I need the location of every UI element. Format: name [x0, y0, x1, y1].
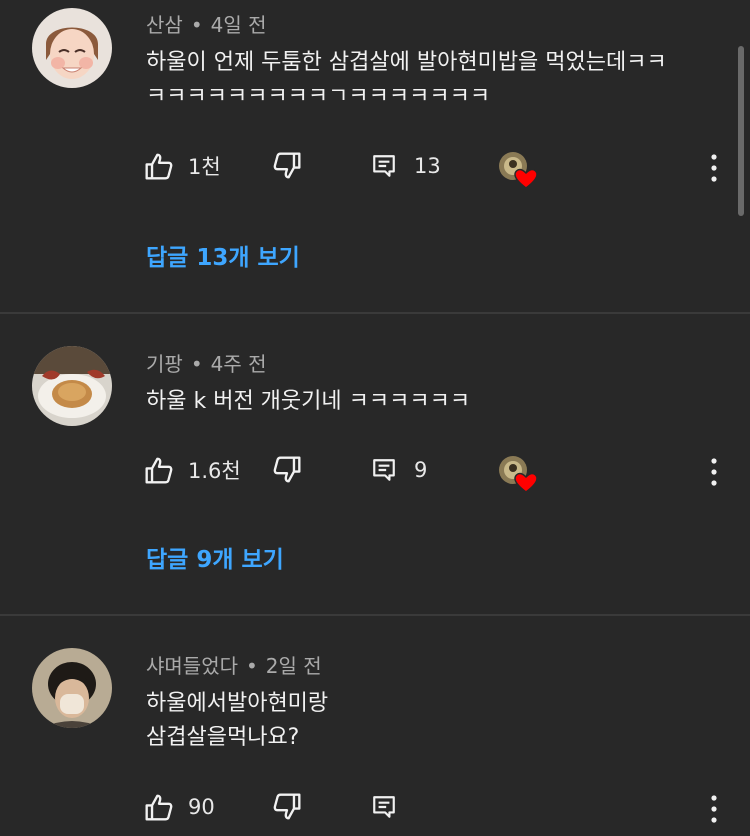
comment-thread: 샤며들었다 • 2일 전 하울에서발아현미랑 삼겹살을먹나요? 90 [0, 616, 750, 836]
thumbs-up-icon [144, 151, 174, 181]
comment-thread: 기팡 • 4주 전 하울 k 버전 개웃기네 ㅋㅋㅋㅋㅋㅋ 1.6천 9 답글 9개… [0, 314, 750, 614]
meta-separator: • [246, 654, 258, 678]
avatar[interactable] [32, 648, 112, 728]
comment-actions: 1천 13 [0, 146, 750, 186]
like-count: 1천 [188, 155, 221, 179]
kebab-menu-icon[interactable] [702, 789, 726, 829]
comment-time[interactable]: 4주 전 [211, 352, 267, 376]
dislike-button[interactable] [272, 450, 302, 490]
creator-heart-icon [498, 454, 538, 494]
comment-meta: 산삼 • 4일 전 [146, 9, 267, 38]
kebab-menu-icon[interactable] [702, 148, 726, 188]
reply-button[interactable]: 9 [371, 450, 427, 490]
dislike-button[interactable] [272, 146, 302, 186]
thumbs-down-icon [272, 792, 302, 822]
like-button[interactable]: 90 [144, 787, 215, 827]
reply-button[interactable] [371, 787, 411, 827]
comment-meta: 기팡 • 4주 전 [146, 348, 267, 377]
comment-thread: 산삼 • 4일 전 하울이 언제 두툼한 삼겹살에 발아현미밥을 먹었는데ㅋㅋ ㅋㅋ… [0, 0, 750, 312]
reply-count: 9 [414, 458, 428, 482]
comment-icon [371, 794, 397, 820]
author-name[interactable]: 샤며들었다 [146, 654, 238, 678]
reply-button[interactable]: 13 [371, 146, 441, 186]
like-button[interactable]: 1.6천 [144, 450, 241, 490]
meta-separator: • [190, 352, 203, 376]
avatar[interactable] [32, 8, 112, 88]
like-button[interactable]: 1천 [144, 146, 221, 186]
reply-count: 13 [414, 154, 441, 178]
comment-icon [371, 457, 397, 483]
comment-text: 하울이 언제 두툼한 삼겹살에 발아현미밥을 먹었는데ㅋㅋ ㅋㅋㅋㅋㅋㅋㅋㅋㅋㄱ… [146, 50, 667, 109]
avatar[interactable] [32, 346, 112, 426]
thumbs-down-icon [272, 455, 302, 485]
kebab-menu-icon[interactable] [702, 452, 726, 492]
comment-time[interactable]: 4일 전 [211, 13, 267, 37]
comment-actions: 1.6천 9 [0, 450, 750, 490]
thumbs-up-icon [144, 792, 174, 822]
view-replies-link[interactable]: 답글 9개 보기 [146, 540, 284, 574]
comment-icon [371, 153, 397, 179]
comment-meta: 샤며들었다 • 2일 전 [146, 650, 322, 679]
comment-time[interactable]: 2일 전 [266, 654, 322, 678]
creator-heart-icon [498, 150, 538, 190]
author-name[interactable]: 산삼 [146, 13, 183, 37]
view-replies-link[interactable]: 답글 13개 보기 [146, 238, 300, 272]
thumbs-down-icon [272, 151, 302, 181]
dislike-button[interactable] [272, 787, 302, 827]
comment-text: 하울에서발아현미랑 삼겹살을먹나요? [146, 691, 329, 750]
comment-actions: 90 [0, 787, 750, 827]
like-count: 1.6천 [188, 459, 241, 483]
author-name[interactable]: 기팡 [146, 352, 183, 376]
like-count: 90 [188, 795, 215, 819]
meta-separator: • [190, 13, 203, 37]
comment-text: 하울 k 버전 개웃기네 ㅋㅋㅋㅋㅋㅋ [146, 389, 471, 414]
thumbs-up-icon [144, 455, 174, 485]
